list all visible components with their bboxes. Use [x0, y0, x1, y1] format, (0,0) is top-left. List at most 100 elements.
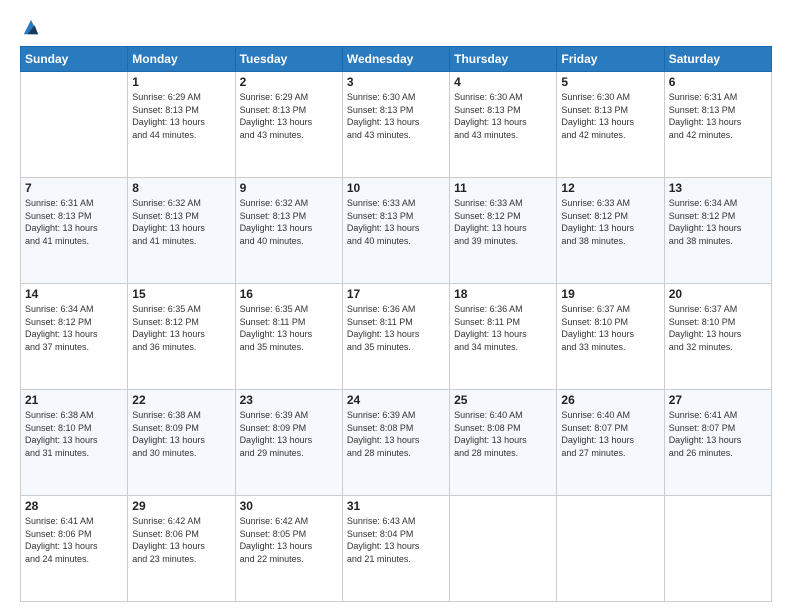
day-info: Sunrise: 6:38 AM Sunset: 8:09 PM Dayligh…: [132, 409, 230, 459]
day-number: 22: [132, 393, 230, 407]
day-number: 26: [561, 393, 659, 407]
logo-icon: [22, 18, 40, 38]
day-info: Sunrise: 6:41 AM Sunset: 8:06 PM Dayligh…: [25, 515, 123, 565]
calendar-cell: 23Sunrise: 6:39 AM Sunset: 8:09 PM Dayli…: [235, 390, 342, 496]
day-info: Sunrise: 6:33 AM Sunset: 8:12 PM Dayligh…: [561, 197, 659, 247]
day-number: 9: [240, 181, 338, 195]
day-info: Sunrise: 6:30 AM Sunset: 8:13 PM Dayligh…: [454, 91, 552, 141]
day-info: Sunrise: 6:31 AM Sunset: 8:13 PM Dayligh…: [669, 91, 767, 141]
calendar-cell: 24 Sunrise: 6:39 AM Sunset: 8:08 PM Dayli…: [342, 390, 449, 496]
calendar-week-3: 14 Sunrise: 6:34 AM Sunset: 8:12 PM Dayli…: [21, 284, 772, 390]
day-info: Sunrise: 6:40 AM Sunset: 8:08 PM Dayligh…: [454, 409, 552, 459]
day-info: Sunrise: 6:29 AM Sunset: 8:13 PM Dayligh…: [132, 91, 230, 141]
calendar-cell: 17 Sunrise: 6:36 AM Sunset: 8:11 PM Dayli…: [342, 284, 449, 390]
calendar-week-2: 7 Sunrise: 6:31 AM Sunset: 8:13 PM Daylig…: [21, 178, 772, 284]
day-number: 29: [132, 499, 230, 513]
day-number: 23: [240, 393, 338, 407]
day-number: 16: [240, 287, 338, 301]
calendar-cell: 2 Sunrise: 6:29 AM Sunset: 8:13 PM Daylig…: [235, 72, 342, 178]
logo-text: [20, 18, 40, 38]
day-number: 17: [347, 287, 445, 301]
day-info: Sunrise: 6:30 AM Sunset: 8:13 PM Dayligh…: [347, 91, 445, 141]
day-number: 11: [454, 181, 552, 195]
day-info: Sunrise: 6:38 AM Sunset: 8:10 PM Dayligh…: [25, 409, 123, 459]
calendar-cell: [450, 496, 557, 602]
calendar-cell: 20 Sunrise: 6:37 AM Sunset: 8:10 PM Dayli…: [664, 284, 771, 390]
day-info: Sunrise: 6:32 AM Sunset: 8:13 PM Dayligh…: [240, 197, 338, 247]
day-info: Sunrise: 6:36 AM Sunset: 8:11 PM Dayligh…: [454, 303, 552, 353]
day-number: 15: [132, 287, 230, 301]
calendar-header-thursday: Thursday: [450, 47, 557, 72]
day-info: Sunrise: 6:39 AM Sunset: 8:08 PM Dayligh…: [347, 409, 445, 459]
calendar-table: SundayMondayTuesdayWednesdayThursdayFrid…: [20, 46, 772, 602]
day-number: 21: [25, 393, 123, 407]
day-number: 12: [561, 181, 659, 195]
day-info: Sunrise: 6:36 AM Sunset: 8:11 PM Dayligh…: [347, 303, 445, 353]
calendar-cell: 7 Sunrise: 6:31 AM Sunset: 8:13 PM Daylig…: [21, 178, 128, 284]
day-info: Sunrise: 6:30 AM Sunset: 8:13 PM Dayligh…: [561, 91, 659, 141]
calendar-header-sunday: Sunday: [21, 47, 128, 72]
day-info: Sunrise: 6:37 AM Sunset: 8:10 PM Dayligh…: [669, 303, 767, 353]
calendar-cell: [664, 496, 771, 602]
day-info: Sunrise: 6:43 AM Sunset: 8:04 PM Dayligh…: [347, 515, 445, 565]
day-info: Sunrise: 6:31 AM Sunset: 8:13 PM Dayligh…: [25, 197, 123, 247]
day-number: 18: [454, 287, 552, 301]
day-number: 19: [561, 287, 659, 301]
day-info: Sunrise: 6:34 AM Sunset: 8:12 PM Dayligh…: [669, 197, 767, 247]
calendar-cell: 26 Sunrise: 6:40 AM Sunset: 8:07 PM Dayli…: [557, 390, 664, 496]
calendar-header-tuesday: Tuesday: [235, 47, 342, 72]
calendar-cell: 16Sunrise: 6:35 AM Sunset: 8:11 PM Dayli…: [235, 284, 342, 390]
calendar-cell: 13 Sunrise: 6:34 AM Sunset: 8:12 PM Dayli…: [664, 178, 771, 284]
day-number: 2: [240, 75, 338, 89]
header: [20, 18, 772, 38]
calendar-cell: [21, 72, 128, 178]
day-info: Sunrise: 6:35 AM Sunset: 8:12 PM Dayligh…: [132, 303, 230, 353]
calendar-cell: 3 Sunrise: 6:30 AM Sunset: 8:13 PM Daylig…: [342, 72, 449, 178]
calendar-cell: 30Sunrise: 6:42 AM Sunset: 8:05 PM Dayli…: [235, 496, 342, 602]
calendar-cell: 11 Sunrise: 6:33 AM Sunset: 8:12 PM Dayli…: [450, 178, 557, 284]
day-info: Sunrise: 6:34 AM Sunset: 8:12 PM Dayligh…: [25, 303, 123, 353]
calendar-cell: 4Sunrise: 6:30 AM Sunset: 8:13 PM Daylig…: [450, 72, 557, 178]
calendar-cell: 15 Sunrise: 6:35 AM Sunset: 8:12 PM Dayli…: [128, 284, 235, 390]
calendar-cell: 9 Sunrise: 6:32 AM Sunset: 8:13 PM Daylig…: [235, 178, 342, 284]
calendar-cell: 18 Sunrise: 6:36 AM Sunset: 8:11 PM Dayli…: [450, 284, 557, 390]
day-info: Sunrise: 6:42 AM Sunset: 8:06 PM Dayligh…: [132, 515, 230, 565]
day-info: Sunrise: 6:40 AM Sunset: 8:07 PM Dayligh…: [561, 409, 659, 459]
day-info: Sunrise: 6:33 AM Sunset: 8:12 PM Dayligh…: [454, 197, 552, 247]
calendar-cell: [557, 496, 664, 602]
day-number: 6: [669, 75, 767, 89]
calendar-cell: 5Sunrise: 6:30 AM Sunset: 8:13 PM Daylig…: [557, 72, 664, 178]
logo: [20, 18, 40, 38]
day-number: 8: [132, 181, 230, 195]
calendar-cell: 21 Sunrise: 6:38 AM Sunset: 8:10 PM Dayli…: [21, 390, 128, 496]
calendar-header-saturday: Saturday: [664, 47, 771, 72]
day-info: Sunrise: 6:32 AM Sunset: 8:13 PM Dayligh…: [132, 197, 230, 247]
calendar-week-1: 1 Sunrise: 6:29 AM Sunset: 8:13 PM Daylig…: [21, 72, 772, 178]
day-number: 10: [347, 181, 445, 195]
day-number: 1: [132, 75, 230, 89]
day-number: 7: [25, 181, 123, 195]
calendar-cell: 31 Sunrise: 6:43 AM Sunset: 8:04 PM Dayli…: [342, 496, 449, 602]
day-number: 20: [669, 287, 767, 301]
day-number: 27: [669, 393, 767, 407]
day-number: 3: [347, 75, 445, 89]
day-number: 25: [454, 393, 552, 407]
calendar-cell: 1 Sunrise: 6:29 AM Sunset: 8:13 PM Daylig…: [128, 72, 235, 178]
calendar-header-friday: Friday: [557, 47, 664, 72]
day-number: 14: [25, 287, 123, 301]
day-number: 28: [25, 499, 123, 513]
day-info: Sunrise: 6:42 AM Sunset: 8:05 PM Dayligh…: [240, 515, 338, 565]
calendar-cell: 14 Sunrise: 6:34 AM Sunset: 8:12 PM Dayli…: [21, 284, 128, 390]
day-number: 13: [669, 181, 767, 195]
calendar-cell: 8 Sunrise: 6:32 AM Sunset: 8:13 PM Daylig…: [128, 178, 235, 284]
calendar-cell: 19Sunrise: 6:37 AM Sunset: 8:10 PM Dayli…: [557, 284, 664, 390]
calendar-header-wednesday: Wednesday: [342, 47, 449, 72]
day-number: 24: [347, 393, 445, 407]
calendar-header-row: SundayMondayTuesdayWednesdayThursdayFrid…: [21, 47, 772, 72]
day-info: Sunrise: 6:29 AM Sunset: 8:13 PM Dayligh…: [240, 91, 338, 141]
calendar-week-5: 28 Sunrise: 6:41 AM Sunset: 8:06 PM Dayli…: [21, 496, 772, 602]
day-number: 31: [347, 499, 445, 513]
calendar-cell: 29 Sunrise: 6:42 AM Sunset: 8:06 PM Dayli…: [128, 496, 235, 602]
calendar-cell: 22 Sunrise: 6:38 AM Sunset: 8:09 PM Dayli…: [128, 390, 235, 496]
calendar-week-4: 21 Sunrise: 6:38 AM Sunset: 8:10 PM Dayli…: [21, 390, 772, 496]
